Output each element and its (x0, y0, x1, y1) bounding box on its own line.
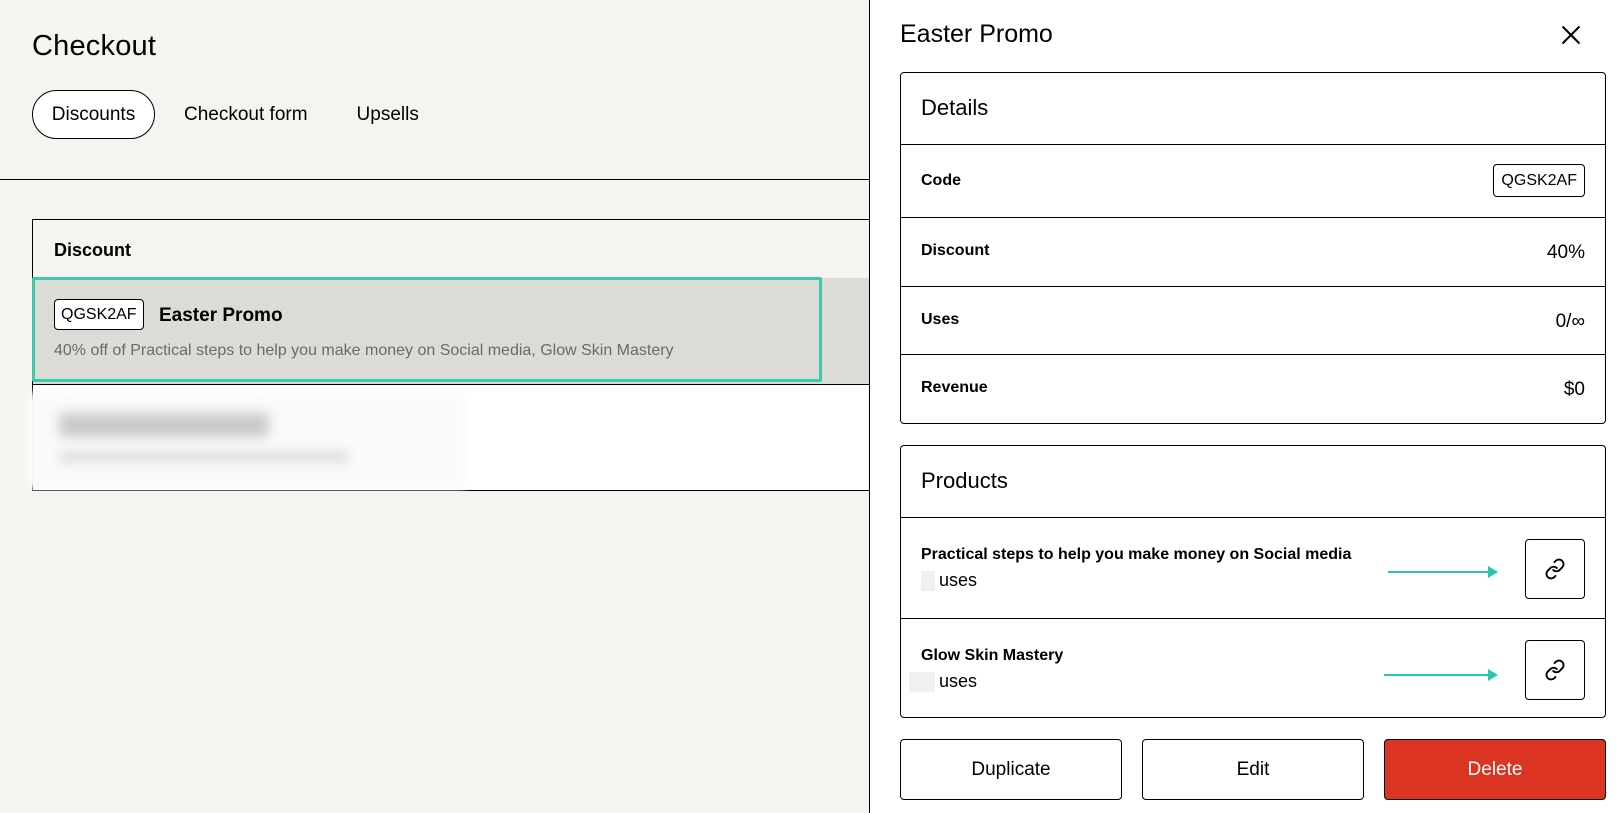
duplicate-button[interactable]: Duplicate (900, 739, 1122, 800)
checkout-page: Checkout Discounts Checkout form Upsells… (0, 0, 870, 813)
annotation-arrow (1384, 669, 1498, 681)
table-header: Discount (32, 219, 870, 279)
link-icon (1545, 558, 1565, 580)
app: Checkout Discounts Checkout form Upsells… (0, 0, 1624, 813)
discounts-table: Discount QGSK2AF Easter Promo 40% off of… (25, 219, 870, 491)
product-name: Glow Skin Mastery (921, 647, 1064, 664)
product-uses: uses (909, 671, 978, 692)
product-row: Glow Skin Mastery uses (901, 619, 1605, 718)
link-icon (1545, 659, 1565, 681)
product-row: Practical steps to help you make money o… (901, 518, 1605, 619)
annotation-arrow (1388, 566, 1498, 578)
header-divider (0, 179, 870, 180)
detail-row-discount: Discount 40% (901, 218, 1605, 287)
detail-row-code: Code QGSK2AF (901, 145, 1605, 218)
uses-value: 0/∞ (1555, 311, 1585, 332)
table-row-redacted[interactable] (25, 385, 870, 491)
discount-code-chip: QGSK2AF (54, 299, 144, 330)
code-value-chip: QGSK2AF (1493, 164, 1585, 197)
details-card: Details Code QGSK2AF Discount 40% Uses 0… (900, 72, 1606, 424)
details-heading: Details (901, 73, 1605, 145)
tab-discounts[interactable]: Discounts (32, 90, 155, 139)
redacted-content (25, 393, 465, 489)
uses-label: Uses (921, 311, 960, 328)
row-focus-outline (32, 277, 822, 382)
discount-drawer: Easter Promo Details Code QGSK2AF Discou… (869, 0, 1624, 813)
product-uses: uses (921, 570, 977, 591)
products-card: Products Practical steps to help you mak… (900, 445, 1606, 718)
copy-link-button[interactable] (1525, 539, 1585, 599)
table-row[interactable]: QGSK2AF Easter Promo 40% off of Practica… (32, 277, 870, 385)
edit-button[interactable]: Edit (1142, 739, 1364, 800)
detail-row-uses: Uses 0/∞ (901, 287, 1605, 355)
products-heading-text: Products (921, 468, 1008, 493)
tab-checkout-form[interactable]: Checkout form (167, 90, 325, 139)
delete-button[interactable]: Delete (1384, 739, 1606, 800)
page-title: Checkout (32, 30, 157, 62)
details-heading-text: Details (921, 95, 989, 120)
tab-bar: Discounts Checkout form Upsells (32, 90, 436, 139)
discount-label: Discount (921, 242, 990, 259)
close-icon[interactable] (1560, 24, 1582, 46)
copy-link-button[interactable] (1525, 640, 1585, 700)
discount-name: Easter Promo (159, 305, 283, 326)
detail-row-revenue: Revenue $0 (901, 355, 1605, 423)
discount-description: 40% off of Practical steps to help you m… (54, 342, 674, 359)
redacted-count (921, 570, 935, 591)
redacted-description (59, 451, 349, 463)
code-label: Code (921, 172, 961, 189)
redacted-count (909, 671, 935, 692)
revenue-value: $0 (1563, 379, 1585, 400)
product-uses-suffix: uses (939, 570, 978, 590)
product-uses-suffix: uses (939, 671, 978, 691)
products-heading: Products (901, 446, 1605, 518)
redacted-title (59, 413, 269, 437)
tab-upsells[interactable]: Upsells (340, 90, 436, 139)
drawer-actions: Duplicate Edit Delete (900, 739, 1606, 800)
product-name: Practical steps to help you make money o… (921, 546, 1352, 563)
column-header-discount: Discount (54, 240, 132, 260)
discount-value: 40% (1546, 242, 1585, 263)
drawer-title: Easter Promo (900, 20, 1053, 48)
revenue-label: Revenue (921, 379, 988, 396)
